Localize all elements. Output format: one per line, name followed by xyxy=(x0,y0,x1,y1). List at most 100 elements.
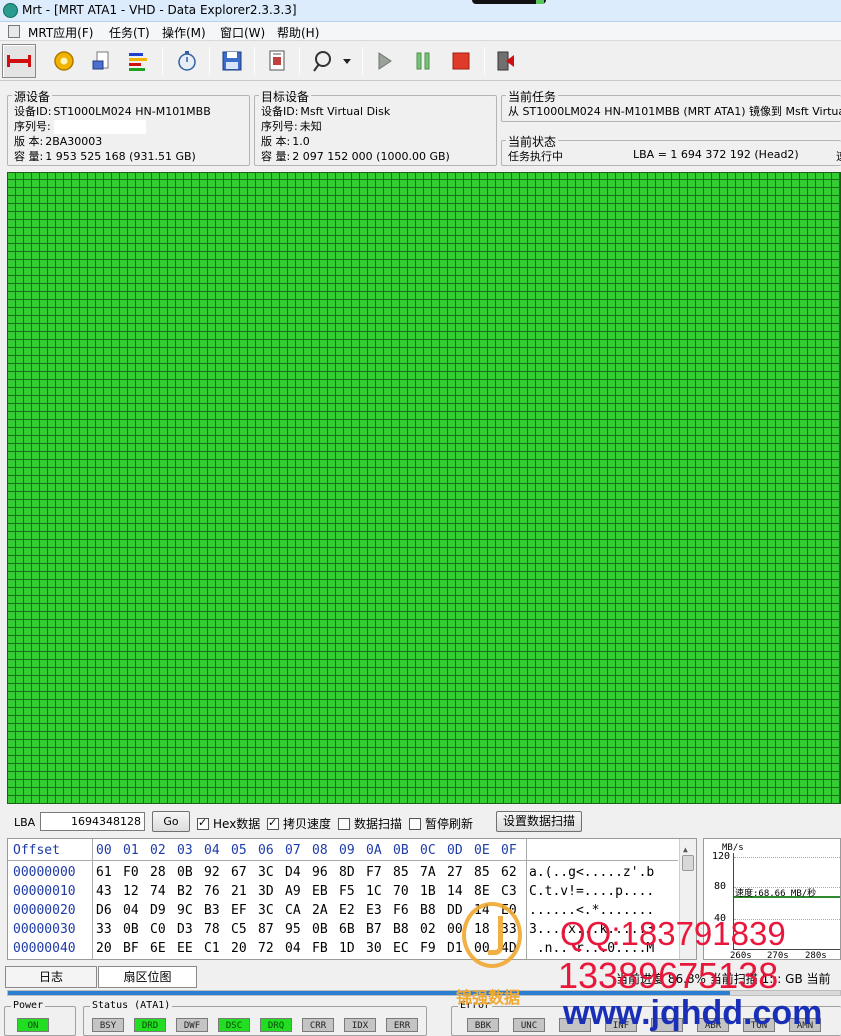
hex-byte[interactable]: BF xyxy=(123,941,139,956)
hex-byte[interactable]: E3 xyxy=(366,903,382,918)
hex-byte[interactable]: 30 xyxy=(366,941,382,956)
hex-byte[interactable]: FB xyxy=(312,941,328,956)
settings-button[interactable] xyxy=(47,44,81,78)
hex-byte[interactable]: F7 xyxy=(366,865,382,880)
hex-row[interactable]: 00000010 43 12 74 B2 76 21 3D A9 EB F5 1C 70 1B 14 8E C3… xyxy=(8,884,678,902)
menu-window[interactable]: 窗口(W) xyxy=(220,24,265,41)
hex-byte[interactable]: F9 xyxy=(420,941,436,956)
hex-byte[interactable]: 72 xyxy=(258,941,274,956)
hex-byte[interactable]: 95 xyxy=(285,922,301,937)
hex-byte[interactable]: 78 xyxy=(204,922,220,937)
hex-byte[interactable]: 18 xyxy=(474,922,490,937)
menu-operation[interactable]: 操作(M) xyxy=(162,24,206,41)
scroll-thumb[interactable] xyxy=(682,855,694,871)
hex-byte[interactable]: 6B xyxy=(339,922,355,937)
sector-map-grid[interactable] xyxy=(7,172,841,804)
hex-byte[interactable]: 33 xyxy=(501,922,517,937)
hex-byte[interactable]: 12 xyxy=(123,884,139,899)
hex-byte[interactable]: 28 xyxy=(150,865,166,880)
checkbox-icon[interactable] xyxy=(409,817,421,830)
probe-dropdown[interactable] xyxy=(337,44,357,78)
hex-byte[interactable]: EF xyxy=(231,903,247,918)
hex-byte[interactable]: 1C xyxy=(366,884,382,899)
hex-byte[interactable]: 76 xyxy=(204,884,220,899)
hex-byte[interactable]: 04 xyxy=(123,903,139,918)
hex-byte[interactable]: 2A xyxy=(312,903,328,918)
hex-byte[interactable]: E0 xyxy=(501,903,517,918)
hex-byte[interactable]: F5 xyxy=(339,884,355,899)
connect-button[interactable] xyxy=(2,44,36,78)
hex-byte[interactable]: 70 xyxy=(393,884,409,899)
stop-button[interactable] xyxy=(444,44,478,78)
hex-byte[interactable]: 62 xyxy=(501,865,517,880)
start-button[interactable] xyxy=(367,44,401,78)
hex-byte[interactable]: 20 xyxy=(96,941,112,956)
hex-byte[interactable]: 67 xyxy=(231,865,247,880)
hex-byte[interactable]: 61 xyxy=(96,865,112,880)
hex-byte[interactable]: 92 xyxy=(204,865,220,880)
hex-row[interactable]: 00000040 20 BF 6E EE C1 20 72 04 FB 1D 30 EC F9 D1 00 4D… xyxy=(8,941,678,959)
hex-viewer[interactable]: Offset 00 01 02 03 04 05 06 07 08 09 0A … xyxy=(7,838,697,960)
hex-scrollbar[interactable]: ▲ xyxy=(679,839,696,959)
hex-byte[interactable]: 00 xyxy=(474,941,490,956)
save-button[interactable] xyxy=(215,44,249,78)
hex-byte[interactable]: EE xyxy=(177,941,193,956)
hex-byte[interactable]: 85 xyxy=(393,865,409,880)
hex-byte[interactable]: 02 xyxy=(420,922,436,937)
hex-byte[interactable]: E2 xyxy=(339,903,355,918)
hex-byte[interactable]: 6E xyxy=(150,941,166,956)
checkbox-checked-icon[interactable] xyxy=(197,816,209,830)
hex-byte[interactable]: 74 xyxy=(150,884,166,899)
window-controls[interactable] xyxy=(472,0,546,4)
hex-data-checkbox[interactable]: Hex数据 xyxy=(197,815,260,832)
menu-task[interactable]: 任务(T) xyxy=(109,24,150,41)
hex-byte[interactable]: F0 xyxy=(123,865,139,880)
hex-byte[interactable]: 14 xyxy=(474,903,490,918)
hex-byte[interactable]: C5 xyxy=(231,922,247,937)
menu-mrt-app[interactable]: MRT应用(F) xyxy=(28,24,93,41)
checkbox-icon[interactable] xyxy=(338,817,350,830)
hex-byte[interactable]: 1B xyxy=(420,884,436,899)
lba-input[interactable] xyxy=(40,812,145,831)
hex-byte[interactable]: 1D xyxy=(339,941,355,956)
hex-byte[interactable]: DD xyxy=(447,903,463,918)
scan-settings-button[interactable]: 设置数据扫描 xyxy=(496,811,582,832)
checkbox-checked-icon[interactable] xyxy=(267,816,279,830)
hex-byte[interactable]: 9C xyxy=(177,903,193,918)
hex-byte[interactable]: 8D xyxy=(339,865,355,880)
tab-log[interactable]: 日志 xyxy=(5,966,97,988)
disk-button[interactable] xyxy=(84,44,118,78)
hex-byte[interactable]: 3C xyxy=(258,865,274,880)
hex-byte[interactable]: B3 xyxy=(204,903,220,918)
hex-byte[interactable]: 0B xyxy=(177,865,193,880)
hex-byte[interactable]: 00 xyxy=(447,922,463,937)
hex-byte[interactable]: EC xyxy=(393,941,409,956)
hex-byte[interactable]: 3C xyxy=(258,903,274,918)
hex-byte[interactable]: EB xyxy=(312,884,328,899)
hex-byte[interactable]: 0B xyxy=(312,922,328,937)
report-button[interactable] xyxy=(260,44,294,78)
hex-byte[interactable]: D6 xyxy=(96,903,112,918)
hex-byte[interactable]: D9 xyxy=(150,903,166,918)
hex-byte[interactable]: 7A xyxy=(420,865,436,880)
hex-byte[interactable]: A9 xyxy=(285,884,301,899)
hex-byte[interactable]: D4 xyxy=(285,865,301,880)
hex-byte[interactable]: 14 xyxy=(447,884,463,899)
scroll-up-icon[interactable]: ▲ xyxy=(683,845,688,854)
hex-byte[interactable]: 85 xyxy=(474,865,490,880)
menu-help[interactable]: 帮助(H) xyxy=(277,24,319,41)
hex-byte[interactable]: 4D xyxy=(501,941,517,956)
hex-byte[interactable]: 43 xyxy=(96,884,112,899)
hex-byte[interactable]: 20 xyxy=(231,941,247,956)
hex-byte[interactable]: B8 xyxy=(420,903,436,918)
document-icon[interactable] xyxy=(8,25,20,38)
data-scan-checkbox[interactable]: 数据扫描 xyxy=(338,815,402,832)
hex-byte[interactable]: C3 xyxy=(501,884,517,899)
exit-button[interactable] xyxy=(489,44,523,78)
tab-sector-map[interactable]: 扇区位图 xyxy=(98,966,197,988)
hex-byte[interactable]: 87 xyxy=(258,922,274,937)
hex-byte[interactable]: 33 xyxy=(96,922,112,937)
hex-byte[interactable]: B7 xyxy=(366,922,382,937)
hex-byte[interactable]: C0 xyxy=(150,922,166,937)
probe-button[interactable] xyxy=(305,44,339,78)
